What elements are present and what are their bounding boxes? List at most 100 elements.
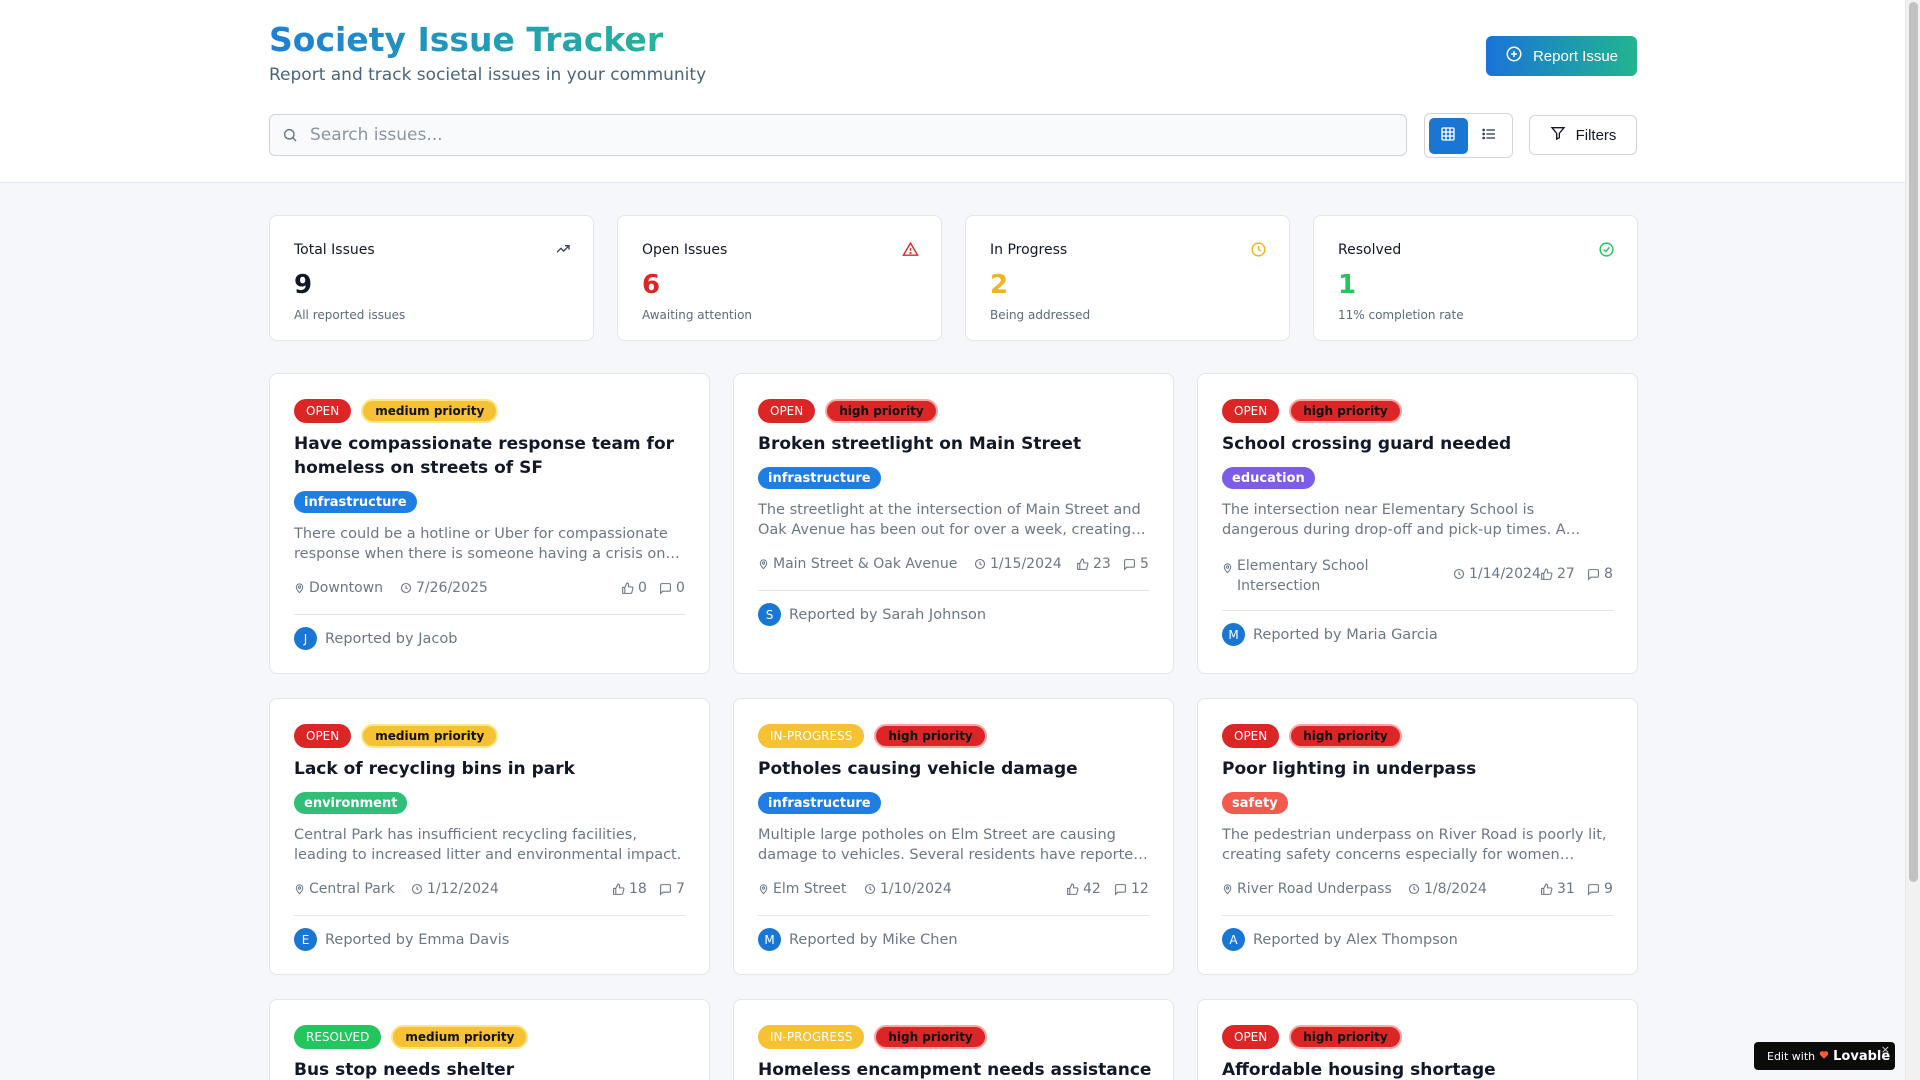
grid-view-button[interactable] [1429,117,1468,154]
page-subtitle: Report and track societal issues in your… [269,65,707,85]
date: 1/10/2024 [864,881,952,897]
stat-description: All reported issues [294,308,406,322]
reporter: S Reported by Sarah Johnson [758,603,986,626]
avatar: S [758,603,781,626]
comments-button[interactable]: 7 [659,881,685,897]
reporter: M Reported by Mike Chen [758,928,958,951]
clock-icon [411,883,423,895]
badge-row: OPEN high priority [758,399,938,423]
issue-card[interactable]: OPEN high priority Poor lighting in unde… [1197,698,1638,975]
comments-button[interactable]: 9 [1587,881,1613,897]
issue-description: There could be a hotline or Uber for com… [294,526,668,562]
date: 1/8/2024 [1408,881,1487,897]
alert-triangle-icon [902,241,919,262]
close-icon[interactable]: × [1881,1043,1890,1056]
search-input[interactable] [310,125,1390,145]
status-badge: RESOLVED [294,1025,382,1049]
location: Central Park [294,881,395,897]
edit-with-label: Edit with [1767,1049,1816,1063]
issue-title: Lack of recycling bins in park [294,759,575,779]
reporter: J Reported by Jacob [294,627,457,650]
reporter: M Reported by Maria Garcia [1222,623,1438,646]
category-tag: infrastructure [294,491,417,513]
badge-row: OPEN medium priority [294,399,499,423]
issue-description: Multiple large potholes on Elm Street ar… [758,827,1143,863]
issue-card[interactable]: RESOLVED medium priority Bus stop needs … [269,999,710,1080]
stat-card-total: Total Issues 9 All reported issues [269,215,594,341]
page-scrollbar[interactable] [1905,0,1920,1080]
issue-title: Affordable housing shortage [1222,1060,1496,1080]
map-pin-icon [759,559,768,570]
reporter: A Reported by Alex Thompson [1222,928,1458,951]
issue-card[interactable]: OPEN medium priority Have compassionate … [269,373,710,674]
location: Main Street & Oak Avenue [758,556,957,572]
reporter-name: Reported by Sarah Johnson [789,606,987,623]
reporter-name: Reported by Emma Davis [325,931,510,948]
reporter: E Reported by Emma Davis [294,928,509,951]
stat-label: Open Issues [642,242,728,258]
card-divider [1222,610,1614,611]
upvote-button[interactable]: 31 [1540,881,1575,897]
category-tag: infrastructure [758,467,881,489]
status-badge: OPEN [1222,1025,1280,1049]
scrollbar-thumb[interactable] [1909,2,1918,882]
card-divider [294,614,686,615]
upvote-button[interactable]: 42 [1066,881,1101,897]
badge-row: OPEN high priority [1222,1025,1402,1049]
badge-row: OPEN medium priority [294,724,499,748]
comments-button[interactable]: 5 [1123,556,1149,572]
reporter-name: Reported by Maria Garcia [1253,626,1438,643]
stat-card-in-progress: In Progress 2 Being addressed [965,215,1290,341]
location: Elm Street [758,881,846,897]
card-divider [758,915,1150,916]
avatar: E [294,928,317,951]
issue-card[interactable]: OPEN high priority Affordable housing sh… [1197,999,1638,1080]
page-title: Society Issue Tracker [269,20,664,59]
thumbs-up-icon [1077,558,1089,570]
upvote-button[interactable]: 18 [612,881,647,897]
thumbs-up-icon [1067,883,1079,895]
trending-up-icon [555,241,571,261]
upvote-button[interactable]: 23 [1076,556,1111,572]
category-tag: education [1222,467,1315,489]
stat-card-resolved: Resolved 1 11% completion rate [1313,215,1638,341]
check-circle-icon [1598,241,1615,262]
issue-card[interactable]: IN-PROGRESS high priority Homeless encam… [733,999,1174,1080]
filters-button[interactable]: Filters [1529,115,1637,155]
reporter-name: Reported by Alex Thompson [1253,931,1458,948]
issue-title: Poor lighting in underpass [1222,759,1477,779]
upvote-button[interactable]: 27 [1540,566,1575,582]
upvote-button[interactable]: 0 [621,580,647,596]
stat-description: 11% completion rate [1338,308,1464,322]
issue-card[interactable]: OPEN high priority School crossing guard… [1197,373,1638,674]
card-divider [758,590,1150,591]
clock-icon [1453,568,1465,580]
status-badge: OPEN [1222,399,1280,423]
badge-row: OPEN high priority [1222,724,1402,748]
comment-icon [660,883,671,896]
comment-icon [660,582,671,595]
issue-card[interactable]: IN-PROGRESS high priority Potholes causi… [733,698,1174,975]
comments-button[interactable]: 8 [1587,566,1613,582]
card-divider [294,915,686,916]
issue-card[interactable]: OPEN medium priority Lack of recycling b… [269,698,710,975]
stat-card-open: Open Issues 6 Awaiting attention [617,215,942,341]
issue-card[interactable]: OPEN high priority Broken streetlight on… [733,373,1174,674]
stat-value: 1 [1338,270,1357,300]
date: 1/15/2024 [974,556,1062,572]
grid-icon [1440,126,1456,146]
date: 1/14/2024 [1453,566,1541,582]
list-view-button[interactable] [1470,118,1509,154]
issue-description: The pedestrian underpass on River Road i… [1222,827,1607,863]
edit-with-lovable-badge[interactable]: Edit with Lovable × [1754,1042,1895,1070]
clock-icon [974,558,986,570]
comments-button[interactable]: 0 [659,580,685,596]
date: 7/26/2025 [400,580,488,596]
report-issue-button[interactable]: Report Issue [1486,36,1637,76]
search-bar [269,114,1407,156]
map-pin-icon [1223,884,1232,895]
reporter-name: Reported by Jacob [325,630,458,647]
badge-row: RESOLVED medium priority [294,1025,529,1049]
comments-button[interactable]: 12 [1114,881,1149,897]
list-icon [1481,126,1497,146]
